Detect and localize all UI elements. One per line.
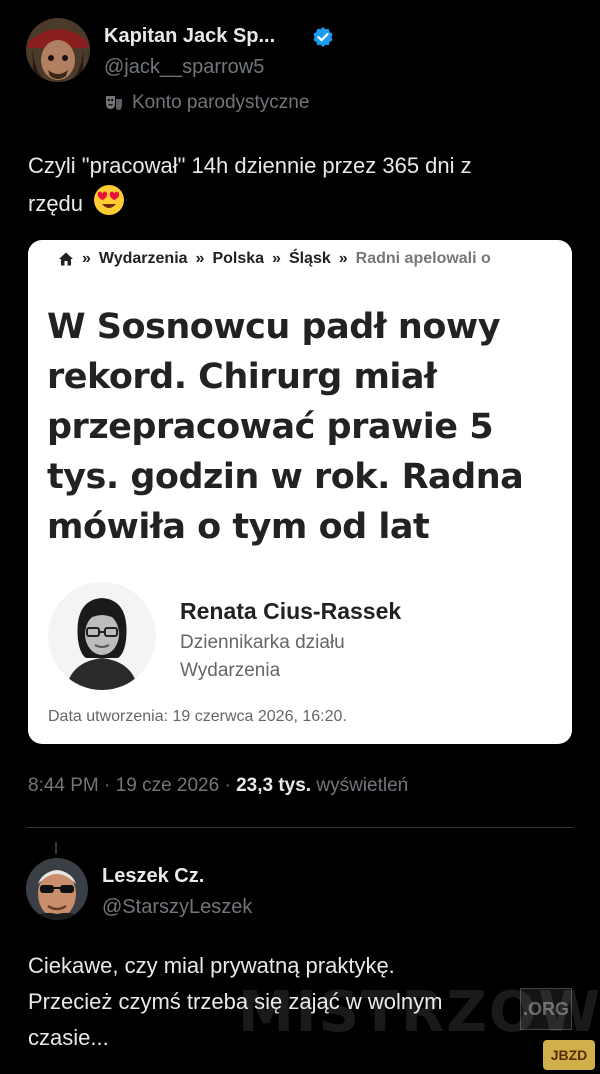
pirate-avatar-icon — [26, 18, 90, 82]
divider — [26, 827, 574, 828]
breadcrumb-separator: » — [338, 250, 348, 267]
breadcrumb-item-wydarzenia: Wydarzenia — [98, 250, 188, 267]
reply-author-handle[interactable]: @StarszyLeszek — [102, 896, 252, 919]
breadcrumb-item-polska: Polska — [212, 250, 265, 267]
parody-label-text: Konto parodystyczne — [132, 92, 310, 113]
article-author-role-line-1: Dziennikarka działu — [180, 632, 345, 653]
tweet-text-line-1: Czyli "pracował" 14h dziennie przez 365 … — [28, 153, 472, 178]
article-created-date: Data utworzenia: 19 czerwca 2026, 16:20. — [48, 708, 347, 725]
reply-author-avatar[interactable] — [26, 858, 88, 920]
breadcrumb: » Wydarzenia » Polska » Śląsk » Radni ap… — [58, 250, 491, 268]
tweet-text: Czyli "pracował" 14h dziennie przez 365 … — [28, 148, 588, 227]
home-icon — [59, 252, 73, 266]
article-author-photo — [48, 582, 156, 690]
masks-icon — [106, 96, 122, 110]
tweet-time[interactable]: 8:44 PM — [28, 775, 99, 796]
reply-author-name[interactable]: Leszek Cz. — [102, 865, 204, 888]
author-handle[interactable]: @jack__sparrow5 — [104, 56, 264, 79]
parody-label: Konto parodystyczne — [104, 92, 309, 114]
thread-connector — [55, 842, 57, 854]
views-count: 23,3 tys. — [236, 775, 312, 796]
breadcrumb-item-current: Radni apelowali o — [355, 250, 491, 267]
man-sunglasses-avatar-icon — [26, 858, 88, 920]
article-author-name: Renata Cius-Rassek — [180, 598, 402, 624]
article-title: W Sosnowcu padł nowy rekord. Chirurg mia… — [47, 307, 524, 547]
breadcrumb-separator: » — [195, 250, 205, 267]
tweet-text-line-2: rzędu — [28, 184, 588, 227]
breadcrumb-item-slask: Śląsk — [288, 250, 331, 267]
watermark-org: .ORG — [520, 988, 572, 1030]
tweet-meta: 8:44 PM · 19 cze 2026 · 23,3 tys. wyświe… — [28, 775, 408, 797]
journalist-portrait-icon — [48, 582, 156, 690]
tweet-text-line-2-text: rzędu — [28, 191, 84, 216]
article-card[interactable]: » Wydarzenia » Polska » Śląsk » Radni ap… — [28, 240, 572, 744]
author-avatar[interactable] — [26, 18, 90, 82]
author-name[interactable]: Kapitan Jack Sp... — [104, 25, 275, 48]
article-author-role-line-2: Wydarzenia — [180, 660, 281, 681]
breadcrumb-separator: » — [82, 250, 91, 267]
meta-dot: · — [224, 775, 231, 796]
article-author-role: Dziennikarka działu Wydarzenia — [180, 629, 400, 685]
tweet-date[interactable]: 19 cze 2026 — [116, 775, 220, 796]
meta-dot: · — [104, 775, 111, 796]
views-label: wyświetleń — [316, 775, 409, 796]
heart-eyes-emoji-icon — [93, 184, 125, 227]
breadcrumb-separator: » — [272, 250, 281, 267]
reply-text-line-1: Ciekawe, czy mial prywatną praktykę. — [28, 953, 395, 978]
jbzd-badge: JBZD — [543, 1040, 595, 1070]
verified-badge-icon — [313, 27, 333, 47]
